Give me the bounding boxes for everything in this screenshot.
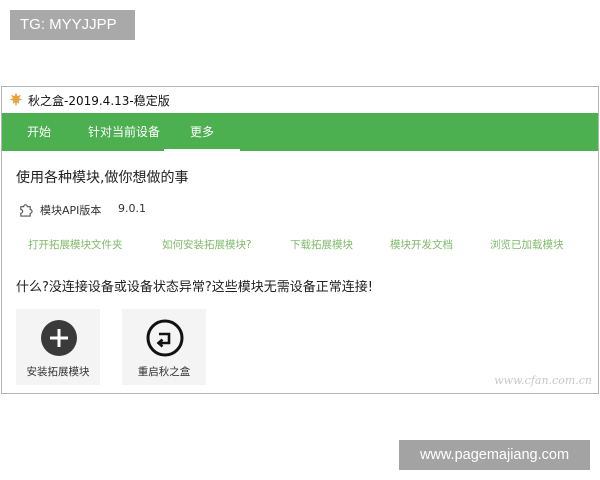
download-module-link[interactable]: 下载拓展模块 [290, 237, 353, 252]
open-module-folder-link[interactable]: 打开拓展模块文件夹 [28, 237, 123, 252]
page-heading: 使用各种模块,做你想做的事 [16, 170, 189, 186]
nav-bar: 开始 针对当前设备 更多 [2, 113, 598, 151]
site-watermark-badge: www.pagemajiang.com [399, 440, 590, 470]
browse-loaded-modules-link[interactable]: 浏览已加载模块 [490, 237, 564, 252]
action-links: 打开拓展模块文件夹 如何安装拓展模块? 下载拓展模块 模块开发文档 浏览已加载模… [2, 237, 598, 253]
tab-more[interactable]: 更多 [164, 113, 240, 151]
module-dev-docs-link[interactable]: 模块开发文档 [390, 237, 453, 252]
api-version-value: 9.0.1 [118, 202, 146, 215]
app-window: 秋之盒-2019.4.13-稳定版 开始 针对当前设备 更多 使用各种模块,做你… [1, 86, 599, 394]
restart-app-label: 重启秋之盒 [137, 366, 191, 378]
tg-watermark-badge: TG: MYYJJPP [10, 10, 135, 40]
plus-icon [41, 320, 77, 356]
install-module-label: 安装拓展模块 [26, 366, 90, 378]
restart-app-tile[interactable]: 重启秋之盒 [122, 309, 206, 385]
maple-leaf-logo-icon [9, 92, 23, 106]
tab-start[interactable]: 开始 [14, 113, 64, 151]
how-to-install-module-link[interactable]: 如何安装拓展模块? [162, 237, 252, 252]
restart-icon [146, 319, 184, 357]
no-device-heading: 什么?没连接设备或设备状态异常?这些模块无需设备正常连接! [16, 280, 374, 295]
cfan-watermark: www.cfan.com.cn [494, 374, 592, 387]
window-title: 秋之盒-2019.4.13-稳定版 [28, 94, 170, 108]
tab-current-device[interactable]: 针对当前设备 [76, 113, 172, 151]
install-module-tile[interactable]: 安装拓展模块 [16, 309, 100, 385]
title-bar: 秋之盒-2019.4.13-稳定版 [2, 87, 598, 113]
api-version-label: 模块API版本 [40, 204, 102, 217]
puzzle-icon [20, 204, 33, 217]
